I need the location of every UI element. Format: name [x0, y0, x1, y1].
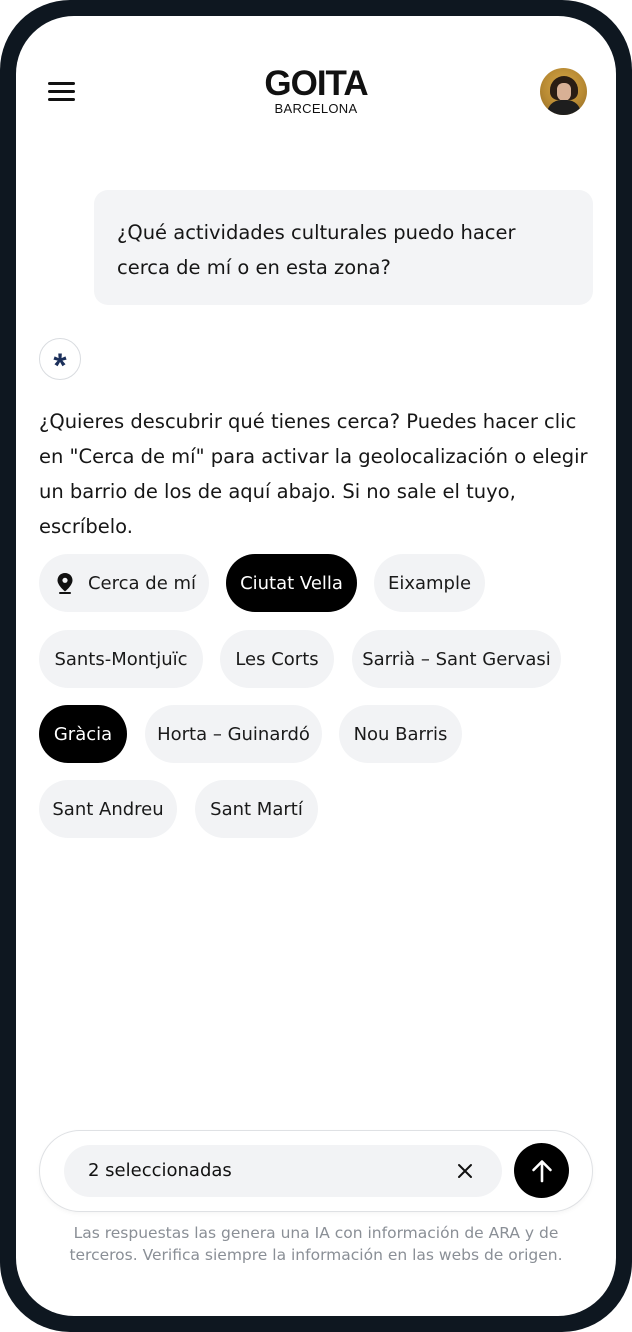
- ai-disclaimer: Las respuestas las genera una IA con inf…: [69, 1224, 563, 1264]
- chip-sarria-sant-gervasi[interactable]: Sarrià – Sant Gervasi: [352, 630, 561, 688]
- send-button[interactable]: [514, 1143, 569, 1198]
- chip-ciutat-vella[interactable]: Ciutat Vella: [226, 554, 357, 612]
- device-frame: GOITA BARCELONA ¿Qué actividades cultura…: [0, 0, 632, 1332]
- chip-label: Sarrià – Sant Gervasi: [362, 648, 551, 670]
- chip-les-corts[interactable]: Les Corts: [220, 630, 334, 688]
- chip-label: Sant Martí: [210, 798, 303, 820]
- chip-label: Ciutat Vella: [240, 572, 343, 594]
- chip-label: Eixample: [387, 572, 472, 594]
- chip-nou-barris[interactable]: Nou Barris: [339, 705, 462, 763]
- chip-horta-guinardo[interactable]: Horta – Guinardó: [145, 705, 322, 763]
- app-logo: GOITA BARCELONA: [16, 66, 616, 116]
- chip-sant-andreu[interactable]: Sant Andreu: [39, 780, 177, 838]
- location-pin-icon: [56, 572, 74, 594]
- close-icon[interactable]: [453, 1159, 477, 1183]
- chip-label: Les Corts: [235, 648, 319, 670]
- assistant-message: ¿Quieres descubrir qué tienes cerca? Pue…: [39, 410, 588, 538]
- chip-label: Sants-Montjuïc: [54, 648, 188, 670]
- chip-label: Cerca de mí: [87, 572, 197, 594]
- logo-title: GOITA: [264, 64, 368, 103]
- chip-label: Sant Andreu: [52, 798, 164, 820]
- app-screen: GOITA BARCELONA ¿Qué actividades cultura…: [16, 16, 616, 1316]
- message-composer: 2 seleccionadas: [39, 1130, 593, 1212]
- user-message-text: ¿Qué actividades culturales puedo hacer …: [117, 221, 516, 279]
- logo-subtitle: BARCELONA: [274, 101, 358, 116]
- chip-cerca-de-mi[interactable]: Cerca de mí: [39, 554, 209, 612]
- user-message-bubble: ¿Qué actividades culturales puedo hacer …: [94, 190, 593, 305]
- selection-count: 2 seleccionadas: [88, 1160, 232, 1181]
- chip-sant-marti[interactable]: Sant Martí: [195, 780, 318, 838]
- user-avatar[interactable]: [540, 68, 587, 115]
- selection-field[interactable]: 2 seleccionadas: [64, 1145, 502, 1197]
- chip-gracia[interactable]: Gràcia: [39, 705, 127, 763]
- arrow-up-icon: [531, 1159, 552, 1182]
- chip-sants-montjuic[interactable]: Sants-Montjuïc: [39, 630, 203, 688]
- chip-eixample[interactable]: Eixample: [374, 554, 485, 612]
- asterisk-icon: *: [39, 338, 81, 383]
- chip-label: Nou Barris: [353, 723, 448, 745]
- chip-label: Gràcia: [53, 723, 113, 745]
- chip-label: Horta – Guinardó: [157, 723, 310, 745]
